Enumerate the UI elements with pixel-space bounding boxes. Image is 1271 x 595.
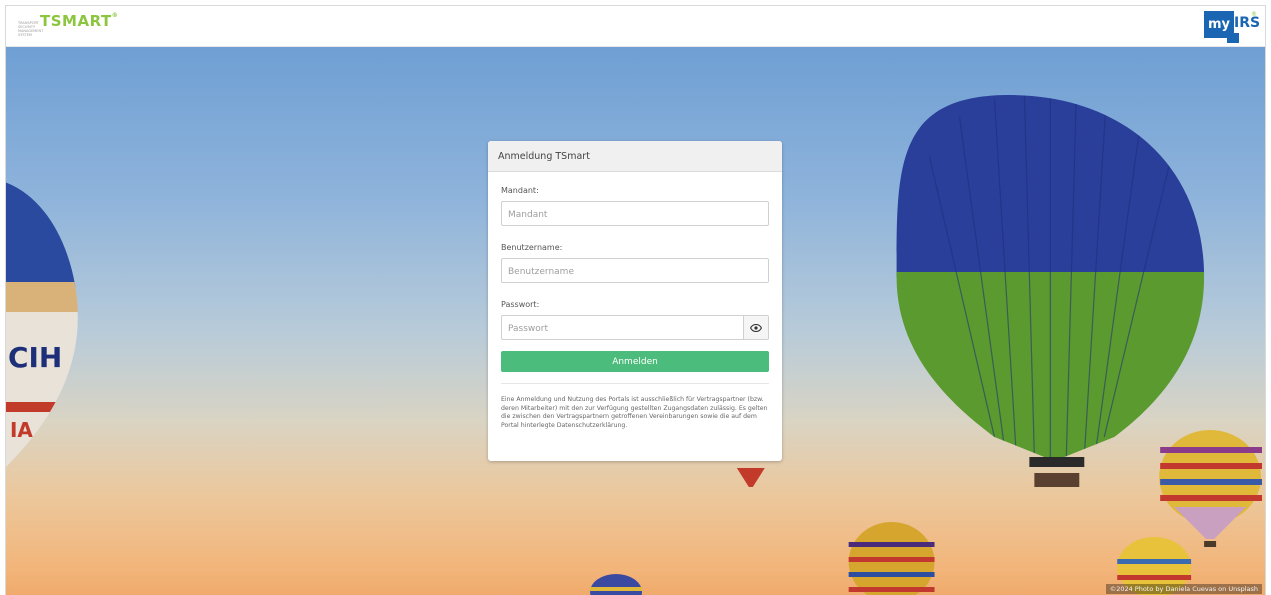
- myirs-logo-block: [1227, 33, 1239, 43]
- username-label: Benutzername:: [501, 243, 563, 252]
- top-bar: TRANSPORT SECURITY MANAGEMENT SYSTEM TSM…: [6, 6, 1265, 47]
- form-divider: [501, 383, 769, 384]
- svg-text:CIH: CIH: [8, 341, 62, 374]
- photo-credit[interactable]: ©2024 Photo by Daniela Cuevas on Unsplas…: [1105, 584, 1262, 594]
- login-button[interactable]: Anmelden: [501, 351, 769, 372]
- login-card-title: Anmeldung TSmart: [488, 141, 782, 172]
- show-password-button[interactable]: [743, 316, 768, 339]
- myirs-logo-trademark: ®: [1251, 11, 1257, 18]
- username-field-wrapper: [501, 258, 769, 284]
- username-input[interactable]: [502, 260, 768, 284]
- usage-notice: Eine Anmeldung und Nutzung des Portals i…: [501, 396, 768, 430]
- mandant-field-wrapper: [501, 201, 769, 227]
- login-card: Anmeldung TSmart Mandant: Benutzername: …: [488, 141, 782, 461]
- password-input[interactable]: [502, 317, 742, 341]
- mandant-label: Mandant:: [501, 186, 539, 195]
- myirs-logo[interactable]: my IRS ®: [1204, 11, 1260, 43]
- password-label: Passwort:: [501, 300, 540, 309]
- mandant-input[interactable]: [502, 203, 768, 227]
- tsmart-logo[interactable]: TRANSPORT SECURITY MANAGEMENT SYSTEM TSM…: [18, 12, 118, 40]
- password-field-wrapper: [501, 315, 769, 341]
- tsmart-logo-word: TSMART®: [40, 12, 119, 30]
- eye-icon: [750, 323, 762, 332]
- svg-text:IA: IA: [10, 418, 33, 442]
- login-form: Mandant: Benutzername: Passwort: Anmelde…: [488, 172, 782, 431]
